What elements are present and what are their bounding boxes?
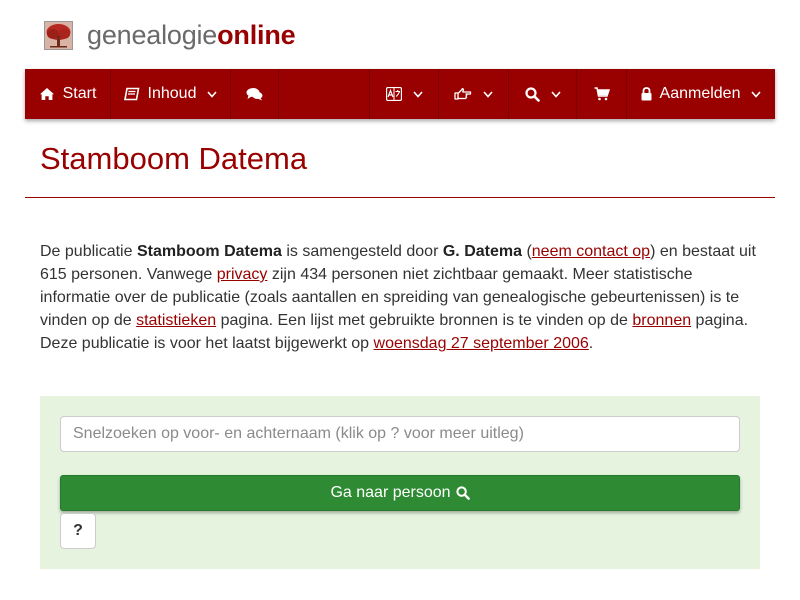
- nav-aanmelden-label: Aanmelden: [659, 85, 741, 102]
- lock-icon: [641, 87, 652, 101]
- search-icon: [524, 86, 540, 102]
- page-title: Stamboom Datema: [40, 141, 308, 176]
- publication-name: Stamboom Datema: [136, 243, 282, 260]
- brand-wordmark-part1: genealogie: [87, 20, 218, 50]
- intro-text: De publicatie: [40, 243, 137, 260]
- hand-point-icon: [454, 87, 472, 100]
- title-divider: [25, 197, 775, 198]
- statistics-link[interactable]: statistieken: [136, 312, 216, 329]
- author-name: G. Datema: [442, 243, 522, 260]
- quick-search-panel: Ga naar persoon ?: [40, 396, 760, 569]
- go-to-person-label: Ga naar persoon: [330, 484, 451, 501]
- go-to-person-button[interactable]: Ga naar persoon: [60, 475, 740, 511]
- brand-wordmark-part2: online: [217, 20, 296, 50]
- nav-language[interactable]: [369, 69, 439, 119]
- quick-search-input[interactable]: [60, 416, 740, 452]
- tree-logo-icon: [44, 20, 73, 50]
- search-icon: [455, 486, 470, 500]
- nav-hand-point[interactable]: [439, 69, 509, 119]
- sources-link[interactable]: bronnen: [632, 312, 691, 329]
- nav-aanmelden[interactable]: Aanmelden: [627, 69, 775, 119]
- nav-start[interactable]: Start: [25, 69, 111, 119]
- chevron-down-icon: [550, 90, 561, 98]
- chevron-down-icon: [483, 90, 493, 98]
- search-help-button[interactable]: ?: [60, 513, 96, 549]
- nav-inhoud-label: Inhoud: [147, 85, 197, 102]
- chevron-down-icon: [412, 90, 423, 98]
- intro-text: (: [522, 243, 532, 260]
- intro-text: .: [588, 335, 594, 352]
- brand-wordmark: genealogieonline: [87, 18, 296, 52]
- home-icon: [39, 88, 54, 100]
- intro-text: is samengesteld door: [281, 243, 443, 260]
- nav-start-label: Start: [62, 85, 97, 102]
- last-updated-link[interactable]: woensdag 27 september 2006: [374, 335, 589, 352]
- nav-chat[interactable]: [231, 69, 279, 119]
- main-navbar: Start Inhoud Aanmelden: [25, 69, 775, 119]
- nav-search[interactable]: [509, 69, 577, 119]
- privacy-link[interactable]: privacy: [217, 266, 268, 283]
- chat-icon: [246, 88, 263, 101]
- book-icon: [123, 87, 139, 101]
- intro-text: pagina. Een lijst met gebruikte bronnen …: [216, 312, 633, 329]
- site-brand[interactable]: genealogieonline: [44, 17, 296, 53]
- language-icon: [385, 87, 402, 101]
- shopping-cart-icon: [594, 87, 610, 101]
- nav-inhoud[interactable]: Inhoud: [111, 69, 231, 119]
- contact-link[interactable]: neem contact op: [532, 243, 650, 260]
- nav-cart[interactable]: [577, 69, 627, 119]
- chevron-down-icon: [207, 90, 218, 98]
- chevron-down-icon: [751, 90, 762, 98]
- publication-intro: De publicatie Stamboom Datema is samenge…: [40, 240, 765, 355]
